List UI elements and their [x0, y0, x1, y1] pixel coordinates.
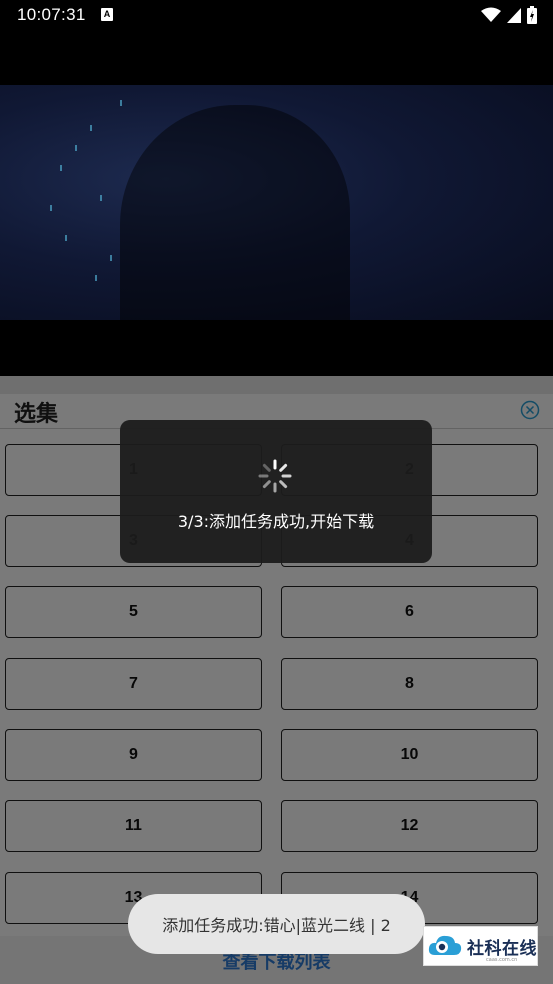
video-light-streak — [110, 255, 112, 261]
status-bar: 10:07:31 A — [0, 0, 553, 30]
episode-button[interactable]: 8 — [281, 658, 538, 710]
episode-button[interactable]: 12 — [281, 800, 538, 852]
episode-button[interactable]: 6 — [281, 586, 538, 638]
video-frame[interactable] — [0, 85, 553, 320]
toast-message: 添加任务成功:错心|蓝光二线 | 2 — [128, 894, 425, 954]
loading-message: 3/3:添加任务成功,开始下载 — [177, 512, 375, 531]
signal-icon — [507, 7, 521, 23]
episode-button[interactable]: 10 — [281, 729, 538, 781]
video-light-streak — [95, 275, 97, 281]
video-light-streak — [60, 165, 62, 171]
status-icons — [481, 6, 537, 24]
status-time: 10:07:31 — [17, 5, 86, 24]
video-player[interactable] — [0, 30, 553, 376]
video-light-streak — [65, 235, 67, 241]
watermark-name: 社科在线 — [467, 938, 537, 959]
sheet-handle-bar — [0, 376, 553, 394]
video-light-streak — [120, 100, 122, 106]
video-light-streak — [90, 125, 92, 131]
video-light-streak — [50, 205, 52, 211]
video-light-streak — [75, 145, 77, 151]
battery-icon — [527, 6, 537, 24]
episode-button[interactable]: 11 — [5, 800, 262, 852]
close-icon[interactable] — [520, 400, 540, 420]
sheet-title: 选集 — [14, 402, 59, 427]
watermark-url: caas.com.cn — [486, 957, 518, 963]
episode-button[interactable]: 9 — [5, 729, 262, 781]
accessibility-notification-icon: A — [101, 8, 113, 21]
cloud-eye-logo-icon — [428, 935, 462, 955]
spinner-icon — [258, 459, 292, 493]
watermark: 社科在线 caas.com.cn — [423, 926, 538, 966]
video-light-streak — [100, 195, 102, 201]
wifi-icon — [481, 7, 501, 22]
episode-button[interactable]: 5 — [5, 586, 262, 638]
video-figure — [120, 105, 350, 320]
episode-button[interactable]: 7 — [5, 658, 262, 710]
